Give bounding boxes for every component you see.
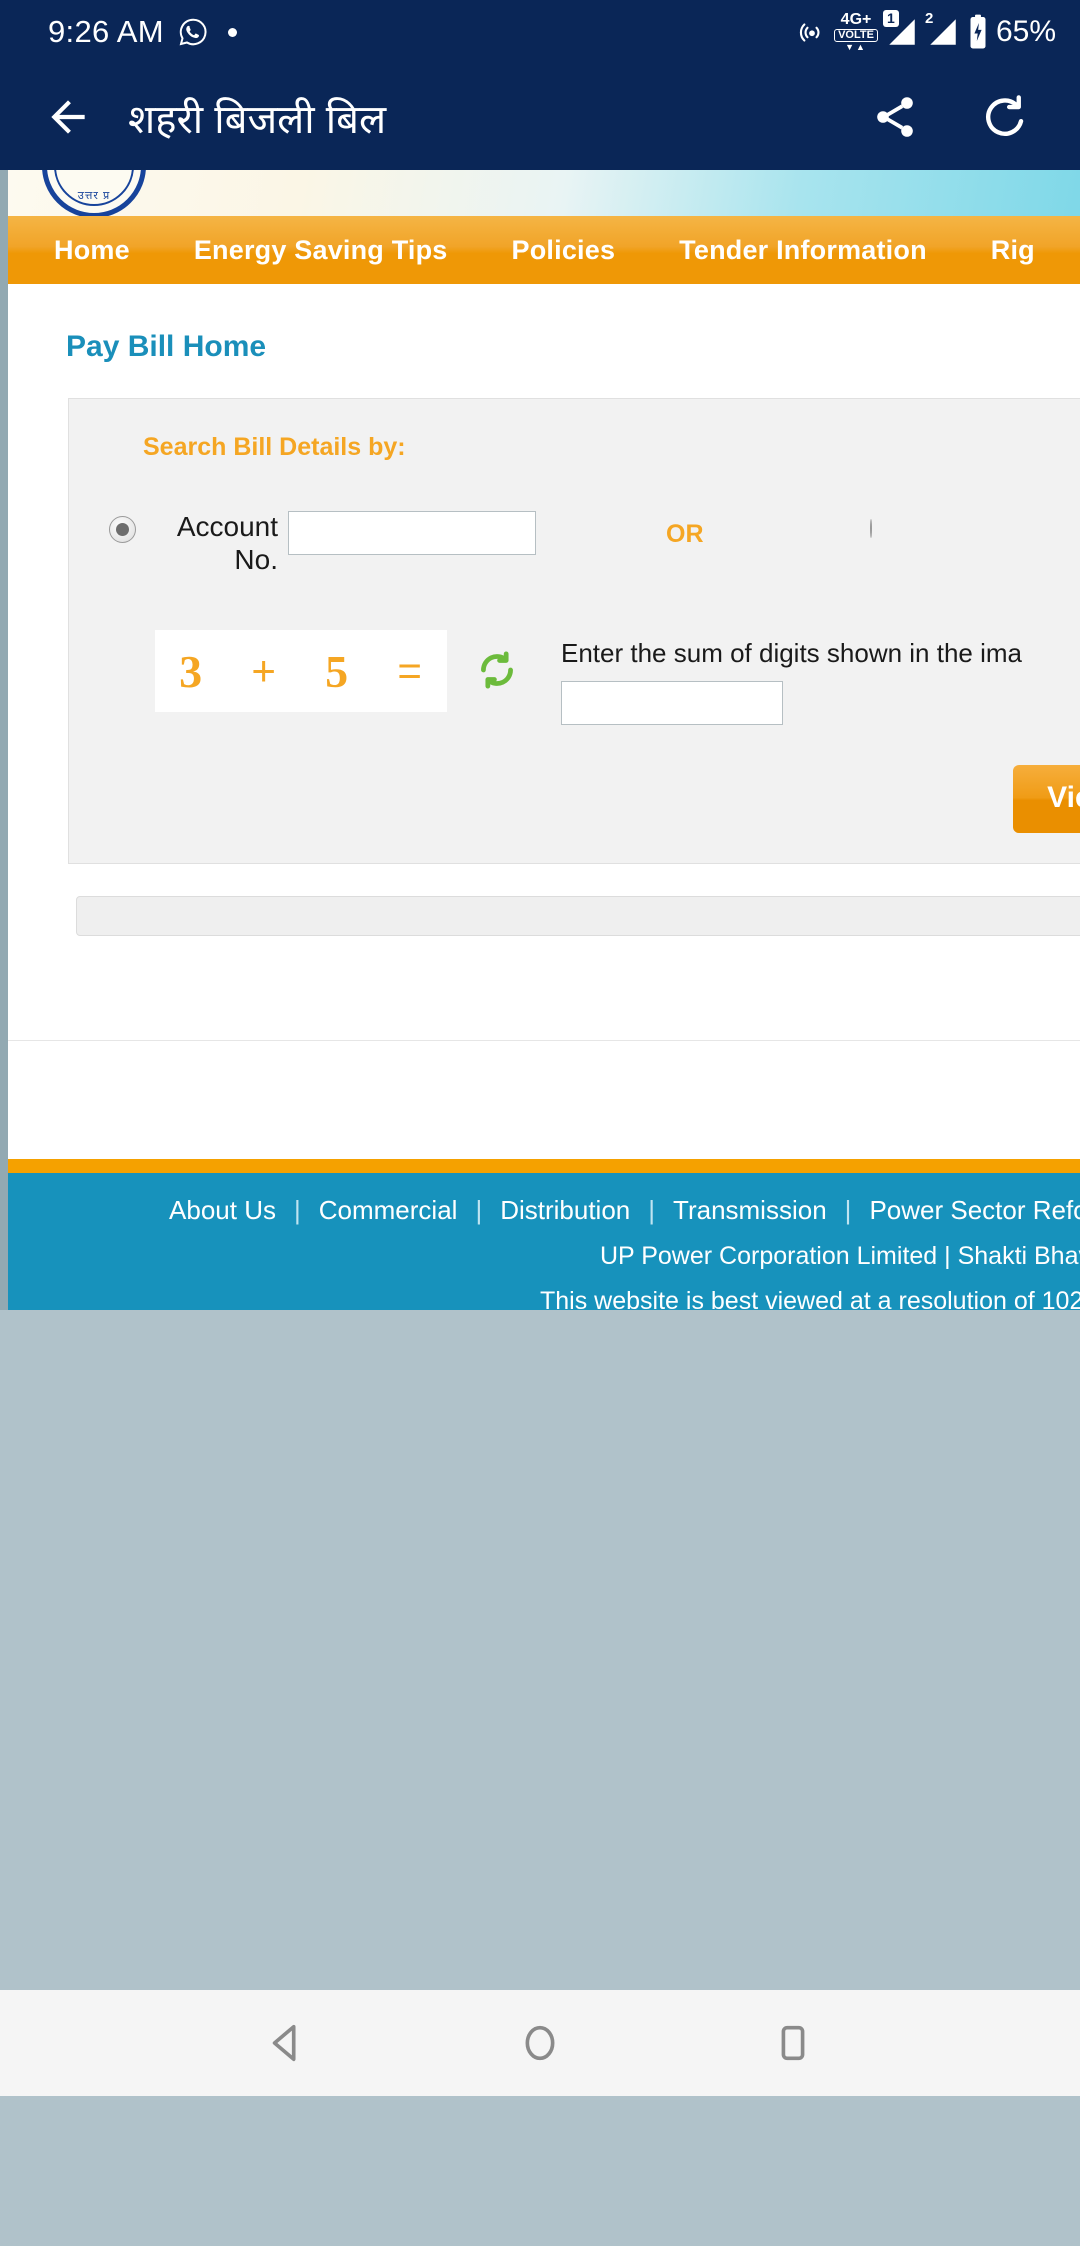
footer-separator: |: [475, 1195, 483, 1226]
view-bill-button[interactable]: View: [1013, 765, 1080, 834]
app-bar: शहरी बिजली बिल: [0, 64, 1080, 170]
back-button[interactable]: [30, 79, 106, 155]
horizontal-scrollbar[interactable]: [76, 896, 1080, 937]
android-navigation-bar: [0, 1990, 1080, 2096]
footer-link-power-sector-reforms[interactable]: Power Sector Reforms: [851, 1195, 1080, 1226]
captcha-digit-1: 3: [179, 645, 204, 697]
android-recents-icon[interactable]: [753, 2003, 833, 2083]
footer-link-about-us[interactable]: About Us: [151, 1195, 294, 1226]
nav-item-right-to-information[interactable]: Rig: [959, 235, 1067, 266]
status-bar: 9:26 AM 4G+ VOLTE ▼▲ 1 2 65%: [0, 0, 1080, 64]
account-no-option[interactable]: Account No.: [109, 508, 278, 576]
nav-item-policies[interactable]: Policies: [480, 235, 648, 266]
captcha-answer-input[interactable]: [561, 681, 783, 726]
footer-link-commercial[interactable]: Commercial: [301, 1195, 476, 1226]
notification-dot-icon: [227, 27, 237, 37]
webview-left-edge: [0, 170, 8, 1310]
page-title: शहरी बिजली बिल: [128, 97, 387, 142]
captcha-row: 3 + 5 = Enter the sum of digits shown in…: [109, 586, 1080, 731]
search-bill-label: Search Bill Details by:: [143, 433, 406, 461]
nav-item-energy-saving-tips[interactable]: Energy Saving Tips: [162, 235, 480, 266]
nav-item-tender-information[interactable]: Tender Information: [647, 235, 959, 266]
page-content: Pay Bill Home Search Bill Details by: Ac…: [0, 284, 1080, 1042]
footer-link-transmission[interactable]: Transmission: [655, 1195, 845, 1226]
footer-separator: |: [844, 1195, 852, 1226]
search-options-row: Account No. OR: [109, 472, 1080, 586]
whatsapp-icon: [178, 17, 208, 47]
reload-icon[interactable]: [976, 88, 1034, 146]
status-bar-left: 9:26 AM: [48, 14, 237, 50]
captcha-digit-2: 5: [325, 645, 350, 697]
data-arrows-icon: ▼▲: [845, 42, 867, 52]
footer-address: UP Power Corporation Limited | Shakti Bh…: [600, 1242, 1080, 1271]
sim1-badge: 1: [882, 10, 899, 27]
seal-text: उत्तर प्र: [77, 190, 111, 202]
footer-links: About Us | Commercial | Distribution | T…: [169, 1195, 1080, 1226]
volte-icon: 4G+ VOLTE ▼▲: [834, 12, 878, 52]
captcha-operator: +: [251, 647, 277, 695]
page-background-filler: [0, 1310, 1080, 1990]
footer-link-distribution[interactable]: Distribution: [482, 1195, 648, 1226]
account-no-radio[interactable]: [109, 516, 136, 543]
government-seal-icon: उत्तर प्र: [42, 170, 146, 216]
battery-percent-label: 65%: [995, 15, 1056, 48]
android-home-icon[interactable]: [500, 2003, 580, 2083]
content-divider: [0, 1040, 1080, 1042]
pay-bill-home-heading: Pay Bill Home: [66, 330, 267, 363]
site-footer: About Us | Commercial | Distribution | T…: [0, 1173, 1080, 1310]
status-bar-right: 4G+ VOLTE ▼▲ 1 2 65%: [797, 10, 1056, 52]
or-separator-label: OR: [666, 520, 704, 548]
account-no-label: Account No.: [176, 511, 278, 576]
sim1-signal-icon: 1: [882, 10, 919, 50]
share-icon[interactable]: [866, 88, 924, 146]
second-option-radio-wrap[interactable]: [869, 519, 872, 538]
network-type-label: 4G+: [840, 11, 872, 28]
sim2-signal-icon: 2: [924, 10, 960, 50]
site-banner: उत्तर प्र: [0, 170, 1080, 216]
webview[interactable]: उत्तर प्र Home Energy Saving Tips Polici…: [0, 170, 1080, 1310]
hotspot-icon: [797, 17, 827, 47]
battery-icon: [967, 14, 989, 50]
submit-row: View: [109, 731, 1080, 834]
bill-no-radio[interactable]: [869, 519, 872, 538]
status-clock: 9:26 AM: [48, 14, 164, 49]
captcha-hint-label: Enter the sum of digits shown in the ima: [561, 638, 1023, 669]
captcha-image: 3 + 5 =: [155, 630, 447, 713]
sim2-badge: 2: [924, 10, 934, 27]
footer-separator: |: [293, 1195, 301, 1226]
nav-item-home[interactable]: Home: [22, 235, 162, 266]
captcha-answer-group: Enter the sum of digits shown in the ima: [561, 630, 1023, 726]
android-back-icon[interactable]: [247, 2003, 327, 2083]
app-bar-actions: [866, 88, 1044, 146]
footer-resolution-note: This website is best viewed at a resolut…: [540, 1287, 1080, 1310]
search-bill-panel: Search Bill Details by: Account No. OR 3…: [68, 398, 1080, 865]
account-no-input[interactable]: [288, 511, 536, 555]
site-nav: Home Energy Saving Tips Policies Tender …: [0, 216, 1080, 284]
footer-separator: |: [648, 1195, 656, 1226]
captcha-refresh-icon[interactable]: [475, 648, 519, 697]
content-spacer: [0, 1041, 1080, 1160]
footer-accent-bar: [0, 1159, 1080, 1174]
captcha-equals: =: [397, 647, 423, 695]
volte-label: VOLTE: [834, 29, 878, 42]
